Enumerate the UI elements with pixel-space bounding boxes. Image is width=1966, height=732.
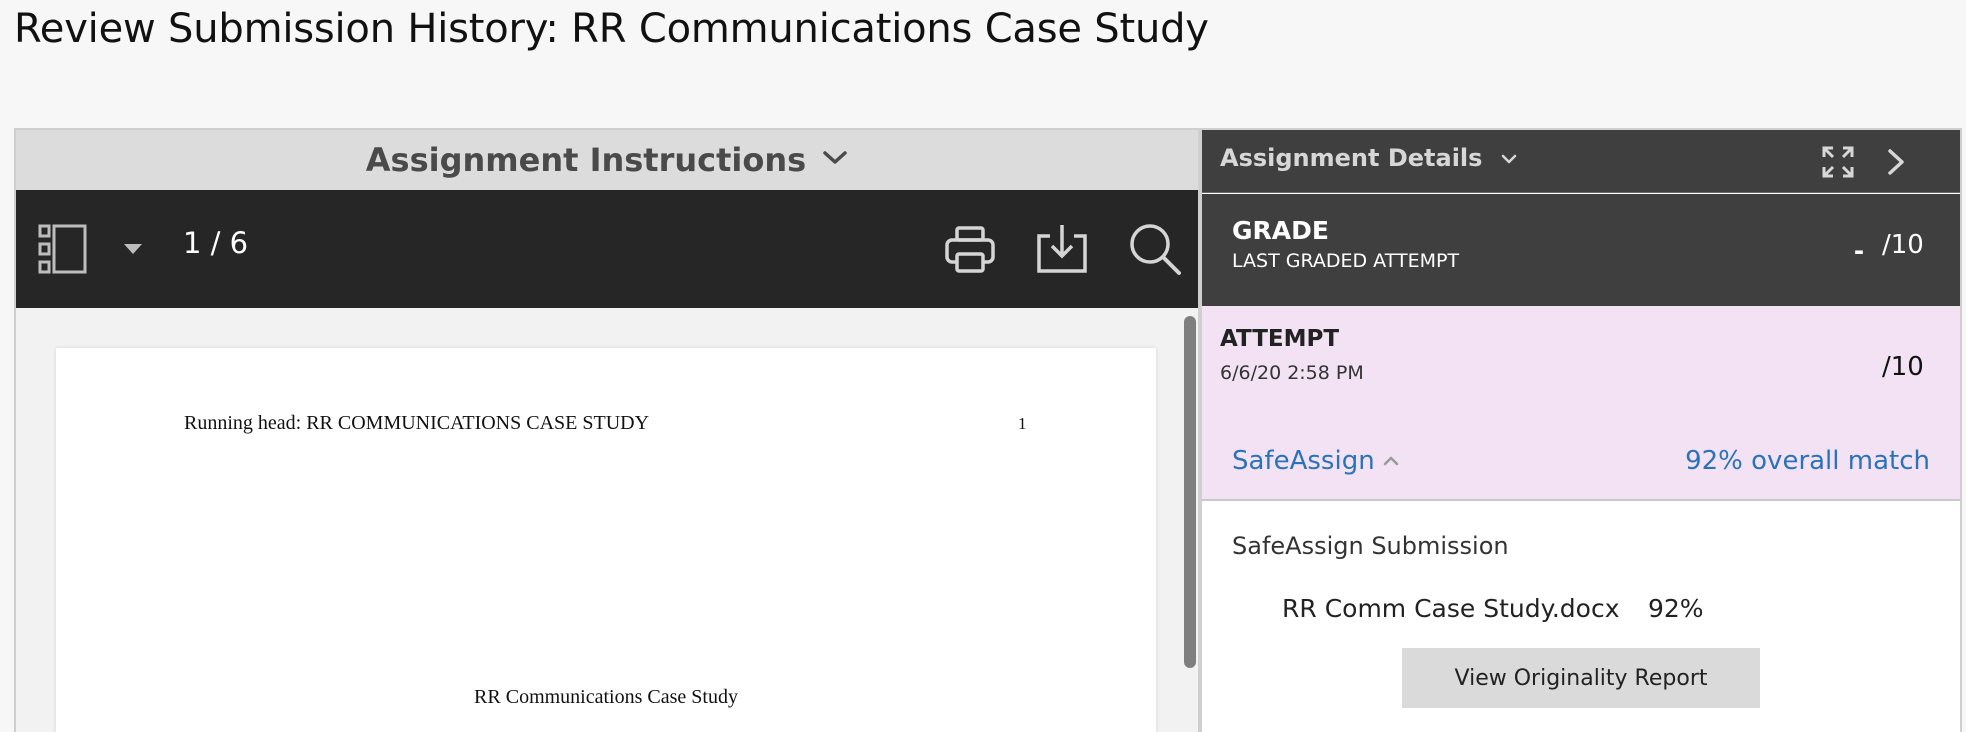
grade-score: - bbox=[1854, 234, 1864, 267]
submission-file-name: RR Comm Case Study.docx bbox=[1282, 594, 1620, 623]
assignment-details-title[interactable]: Assignment Details bbox=[1220, 144, 1517, 172]
attempt-label: ATTEMPT bbox=[1220, 326, 1340, 352]
document-viewer: Assignment Instructions 1 / 6 Running he… bbox=[14, 128, 1200, 732]
grade-total: /10 bbox=[1882, 230, 1924, 260]
assignment-details-header: Assignment Details bbox=[1202, 130, 1960, 193]
safeassign-label: SafeAssign bbox=[1232, 446, 1375, 476]
assignment-details-label: Assignment Details bbox=[1220, 144, 1483, 172]
view-originality-report-button[interactable]: View Originality Report bbox=[1402, 648, 1760, 708]
safeassign-toggle[interactable]: SafeAssign bbox=[1232, 446, 1399, 476]
sidebar-toggle-icon[interactable] bbox=[38, 224, 88, 279]
viewer-toolbar: 1 / 6 bbox=[16, 190, 1198, 308]
chevron-down-icon[interactable] bbox=[822, 150, 848, 171]
submission-file-percent: 92% bbox=[1648, 594, 1704, 623]
grade-section: GRADE LAST GRADED ATTEMPT - /10 bbox=[1202, 194, 1960, 306]
grade-label: GRADE bbox=[1232, 216, 1329, 245]
safeassign-submission-title: SafeAssign Submission bbox=[1232, 532, 1509, 560]
chevron-up-icon bbox=[1383, 456, 1398, 466]
overall-match[interactable]: 92% overall match bbox=[1685, 446, 1930, 476]
assignment-details-panel: Assignment Details GRADE LAST GRADED ATT… bbox=[1200, 128, 1962, 732]
assignment-instructions-title: Assignment Instructions bbox=[365, 141, 807, 179]
document-page-number: 1 bbox=[1018, 414, 1027, 433]
search-icon[interactable] bbox=[1128, 222, 1182, 281]
chevron-right-icon[interactable] bbox=[1886, 148, 1906, 181]
chevron-down-icon bbox=[1501, 154, 1517, 164]
dropdown-caret-icon[interactable] bbox=[122, 242, 144, 261]
print-icon[interactable] bbox=[944, 226, 996, 279]
page-indicator: 1 / 6 bbox=[183, 226, 249, 260]
document-title: RR Communications Case Study bbox=[474, 686, 738, 708]
page-title: Review Submission History: RR Communicat… bbox=[14, 6, 1209, 52]
download-icon[interactable] bbox=[1036, 222, 1088, 279]
attempt-date: 6/6/20 2:58 PM bbox=[1220, 362, 1364, 384]
attempt-grade: /10 bbox=[1882, 352, 1924, 382]
document-page: Running head: RR COMMUNICATIONS CASE STU… bbox=[56, 348, 1156, 732]
attempt-section[interactable]: ATTEMPT 6/6/20 2:58 PM /10 SafeAssign 92… bbox=[1202, 306, 1960, 501]
safeassign-submission-section: SafeAssign Submission RR Comm Case Study… bbox=[1202, 502, 1960, 732]
running-head: Running head: RR COMMUNICATIONS CASE STU… bbox=[184, 412, 650, 434]
expand-icon[interactable] bbox=[1822, 146, 1854, 183]
assignment-instructions-header[interactable]: Assignment Instructions bbox=[16, 130, 1198, 190]
document-canvas: Running head: RR COMMUNICATIONS CASE STU… bbox=[16, 308, 1198, 732]
last-graded-attempt-label: LAST GRADED ATTEMPT bbox=[1232, 250, 1460, 272]
scrollbar-thumb[interactable] bbox=[1184, 316, 1196, 668]
